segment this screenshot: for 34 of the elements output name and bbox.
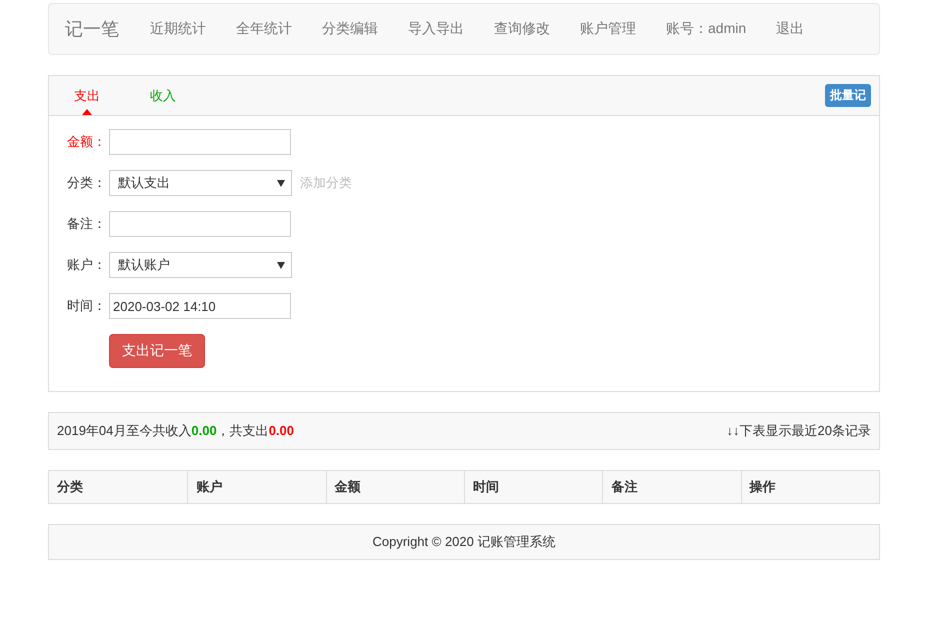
column-header: 备注: [602, 471, 741, 503]
field-label: 时间：: [67, 297, 107, 315]
records-note: ↓↓下表显示最近20条记录: [726, 422, 871, 440]
nav-link[interactable]: 账号：admin: [651, 20, 762, 38]
copyright-text: Copyright © 2020 记账管理系统: [372, 533, 556, 551]
summary-text: 2019年04月至今共收入0.00，共支出0.00: [57, 422, 294, 440]
tab[interactable]: 收入: [135, 76, 191, 115]
tab[interactable]: 支出: [59, 76, 115, 115]
field-label: 分类：: [67, 174, 107, 192]
caret-icon: [277, 180, 285, 186]
column-header: 金额: [326, 471, 464, 503]
nav-link[interactable]: 账户管理: [565, 20, 651, 38]
column-header: 操作: [740, 471, 879, 503]
nav-link[interactable]: 退出: [761, 20, 820, 38]
nav-link[interactable]: 查询修改: [479, 20, 565, 38]
nav-link[interactable]: 导入导出: [393, 20, 479, 38]
select-field[interactable]: 默认账户: [109, 252, 292, 278]
input-field[interactable]: [109, 211, 291, 237]
nav-link[interactable]: 分类编辑: [307, 20, 393, 38]
column-header: 账户: [187, 471, 326, 503]
nav-link[interactable]: 近期统计: [135, 20, 221, 38]
field-label: 账户：: [67, 256, 107, 274]
field-label: 金额：: [67, 133, 107, 151]
select-field[interactable]: 默认支出: [109, 170, 292, 196]
submit-button[interactable]: 支出记一笔: [109, 334, 205, 368]
input-field[interactable]: [109, 129, 291, 155]
field-label: 备注：: [67, 215, 107, 233]
caret-icon: [277, 262, 285, 268]
batch-button[interactable]: 批量记: [825, 84, 871, 107]
brand[interactable]: 记一笔: [65, 17, 119, 41]
nav-link[interactable]: 全年统计: [221, 20, 307, 38]
column-header: 分类: [56, 478, 84, 496]
column-header: 时间: [464, 471, 602, 503]
input-field[interactable]: 2020-03-02 14:10: [109, 293, 291, 319]
